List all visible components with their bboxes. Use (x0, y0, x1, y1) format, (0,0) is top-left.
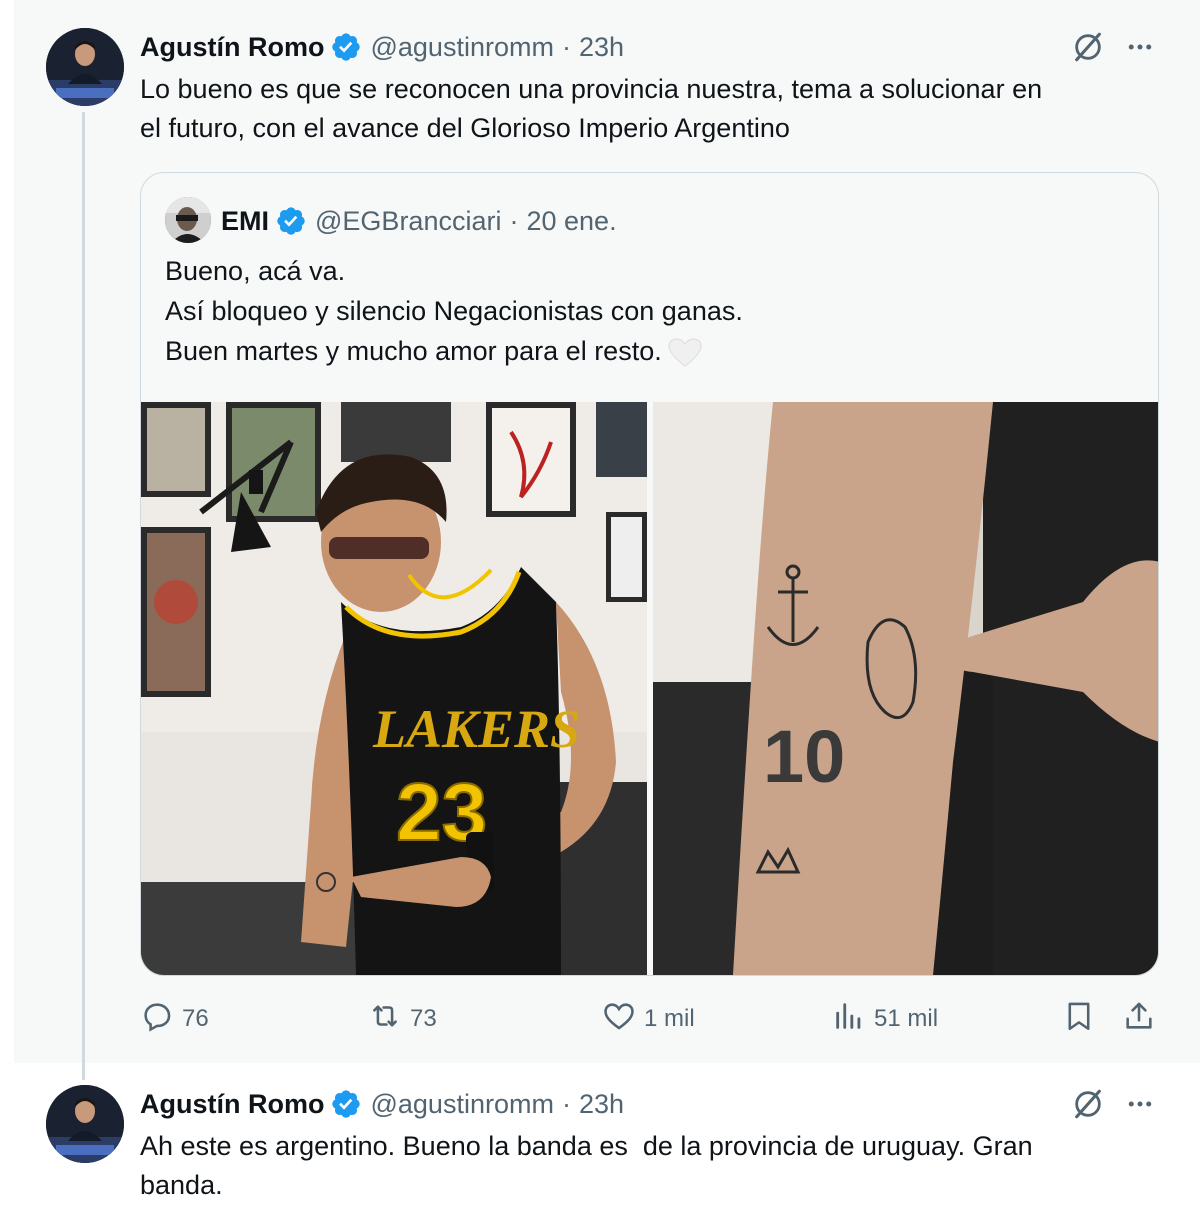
repost-icon (368, 999, 410, 1040)
author-handle[interactable]: @agustinromm (370, 1089, 553, 1120)
white-heart-emoji-icon (668, 338, 702, 368)
more-dots-icon[interactable] (1120, 1084, 1160, 1124)
repost-count: 73 (410, 1005, 437, 1032)
quote-author-handle[interactable]: @EGBrancciari (315, 206, 501, 237)
author-name[interactable]: Agustín Romo (140, 1089, 324, 1120)
separator-dot: · (561, 1088, 571, 1119)
thread-connector-line (82, 112, 85, 1080)
repost-button[interactable]: 73 (368, 996, 437, 1042)
share-button[interactable] (1122, 996, 1156, 1042)
author-handle[interactable]: @agustinromm (370, 32, 553, 63)
tweet-2-text-line-2: banda. (140, 1170, 223, 1200)
quote-media-photo-1[interactable]: LAKERS 23 (141, 402, 647, 975)
like-count: 1 mil (644, 1005, 695, 1032)
jersey-text: LAKERS (372, 699, 580, 759)
tweet-1-action-bar: 76 73 1 mil 51 mil (140, 996, 1170, 1042)
quote-text-line-3: Buen martes y mucho amor para el resto. (165, 331, 743, 371)
quote-text-line-3-text: Buen martes y mucho amor para el resto. (165, 336, 662, 366)
reply-icon (140, 999, 182, 1040)
tweet-1-header: Agustín Romo @agustinromm · 23h (140, 27, 624, 67)
verified-badge-icon (330, 1088, 362, 1120)
quote-text-line-1: Bueno, acá va. (165, 256, 346, 286)
bookmark-icon (1062, 999, 1096, 1040)
timestamp[interactable]: 23h (579, 1089, 624, 1120)
verified-badge-icon (275, 205, 307, 237)
separator-dot: · (509, 205, 519, 236)
quote-text-line-2: Así bloqueo y silencio Negacionistas con… (165, 296, 743, 326)
timestamp[interactable]: 23h (579, 32, 624, 63)
views-count: 51 mil (874, 1005, 939, 1032)
quoted-tweet-card[interactable]: EMI @EGBrancciari · 20 ene. Bueno, acá v… (140, 172, 1159, 976)
bookmark-button[interactable] (1062, 996, 1096, 1042)
tattoo-number: 10 (763, 715, 845, 798)
author-name[interactable]: Agustín Romo (140, 32, 324, 63)
tweet-2-header: Agustín Romo @agustinromm · 23h (140, 1084, 624, 1124)
avatar[interactable] (46, 28, 124, 106)
quote-date[interactable]: 20 ene. (526, 206, 616, 237)
tweet-1-text-line-2: el futuro, con el avance del Glorioso Im… (140, 113, 790, 143)
more-dots-icon[interactable] (1120, 27, 1160, 67)
grok-icon[interactable] (1068, 1084, 1108, 1124)
quote-avatar[interactable] (165, 197, 211, 243)
tweet-1-text-line-1: Lo bueno es que se reconocen una provinc… (140, 74, 1043, 104)
grok-icon[interactable] (1068, 27, 1108, 67)
reply-button[interactable]: 76 (140, 996, 209, 1042)
avatar[interactable] (46, 1085, 124, 1163)
heart-icon (602, 999, 644, 1040)
verified-badge-icon (330, 31, 362, 63)
quote-text: Bueno, acá va. Así bloqueo y silencio Ne… (165, 251, 743, 371)
views-button[interactable]: 51 mil (832, 996, 938, 1042)
quote-author-name[interactable]: EMI (221, 206, 269, 237)
separator-dot: · (561, 31, 571, 62)
quote-header: EMI @EGBrancciari · 20 ene. (221, 201, 617, 241)
quote-media-photo-2[interactable]: 10 (653, 402, 1158, 975)
tweet-1-text: Lo bueno es que se reconocen una provinc… (140, 70, 1180, 148)
views-icon (832, 999, 874, 1040)
like-button[interactable]: 1 mil (602, 996, 695, 1042)
share-icon (1122, 999, 1156, 1040)
tweet-2-text: Ah este es argentino. Bueno la banda es … (140, 1127, 1180, 1205)
tweet-2-text-line-1: Ah este es argentino. Bueno la banda es … (140, 1131, 1033, 1161)
reply-count: 76 (182, 1005, 209, 1032)
